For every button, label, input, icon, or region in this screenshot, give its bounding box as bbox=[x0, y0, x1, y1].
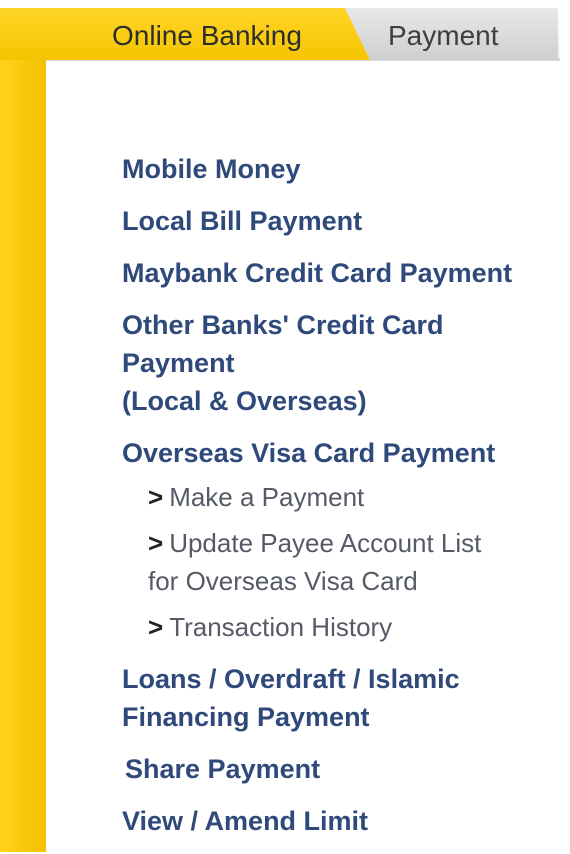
top-strip bbox=[0, 0, 570, 8]
menu-link-loans-line1: Loans / Overdraft / Islamic bbox=[122, 664, 460, 694]
submenu-link-make-a-payment[interactable]: > Make a Payment bbox=[148, 478, 567, 516]
submenu-update-payee-line1: Update Payee Account List bbox=[169, 528, 482, 558]
menu-link-loans-line2: Financing Payment bbox=[122, 702, 370, 732]
chevron-right-icon: > bbox=[148, 612, 164, 642]
payment-menu: Mobile Money Local Bill Payment Maybank … bbox=[122, 150, 567, 854]
submenu-link-update-payee-account-list[interactable]: > Update Payee Account List for Overseas … bbox=[148, 524, 567, 600]
menu-link-other-banks-line1: Other Banks' Credit Card bbox=[122, 310, 444, 340]
submenu-make-payment-label: Make a Payment bbox=[169, 482, 365, 512]
menu-link-loans-overdraft-islamic-financing-payment[interactable]: Loans / Overdraft / Islamic Financing Pa… bbox=[122, 660, 567, 736]
tab-online-banking[interactable]: Online Banking bbox=[0, 8, 370, 60]
menu-link-maybank-credit-card-payment[interactable]: Maybank Credit Card Payment bbox=[122, 254, 567, 292]
menu-link-other-banks-line2: Payment bbox=[122, 348, 235, 378]
menu-link-view-amend-limit[interactable]: View / Amend Limit bbox=[122, 802, 567, 840]
chevron-right-icon: > bbox=[148, 528, 164, 558]
submenu-transaction-history-label: Transaction History bbox=[169, 612, 393, 642]
tab-online-banking-label: Online Banking bbox=[112, 20, 302, 51]
menu-link-overseas-visa-card-payment[interactable]: Overseas Visa Card Payment bbox=[122, 434, 567, 472]
menu-link-local-bill-payment[interactable]: Local Bill Payment bbox=[122, 202, 567, 240]
tab-payment[interactable]: Payment bbox=[345, 8, 558, 60]
tab-payment-label: Payment bbox=[388, 20, 499, 51]
left-accent-bar bbox=[0, 60, 46, 852]
submenu-update-payee-line2: for Overseas Visa Card bbox=[148, 566, 418, 596]
menu-link-mobile-money[interactable]: Mobile Money bbox=[122, 150, 567, 188]
chevron-right-icon: > bbox=[148, 482, 164, 512]
menu-link-other-banks-credit-card-payment[interactable]: Other Banks' Credit Card Payment (Local … bbox=[122, 306, 567, 420]
menu-link-other-banks-line3: (Local & Overseas) bbox=[122, 386, 367, 416]
menu-link-share-payment[interactable]: Share Payment bbox=[125, 750, 567, 788]
submenu-link-transaction-history[interactable]: > Transaction History bbox=[148, 608, 567, 646]
